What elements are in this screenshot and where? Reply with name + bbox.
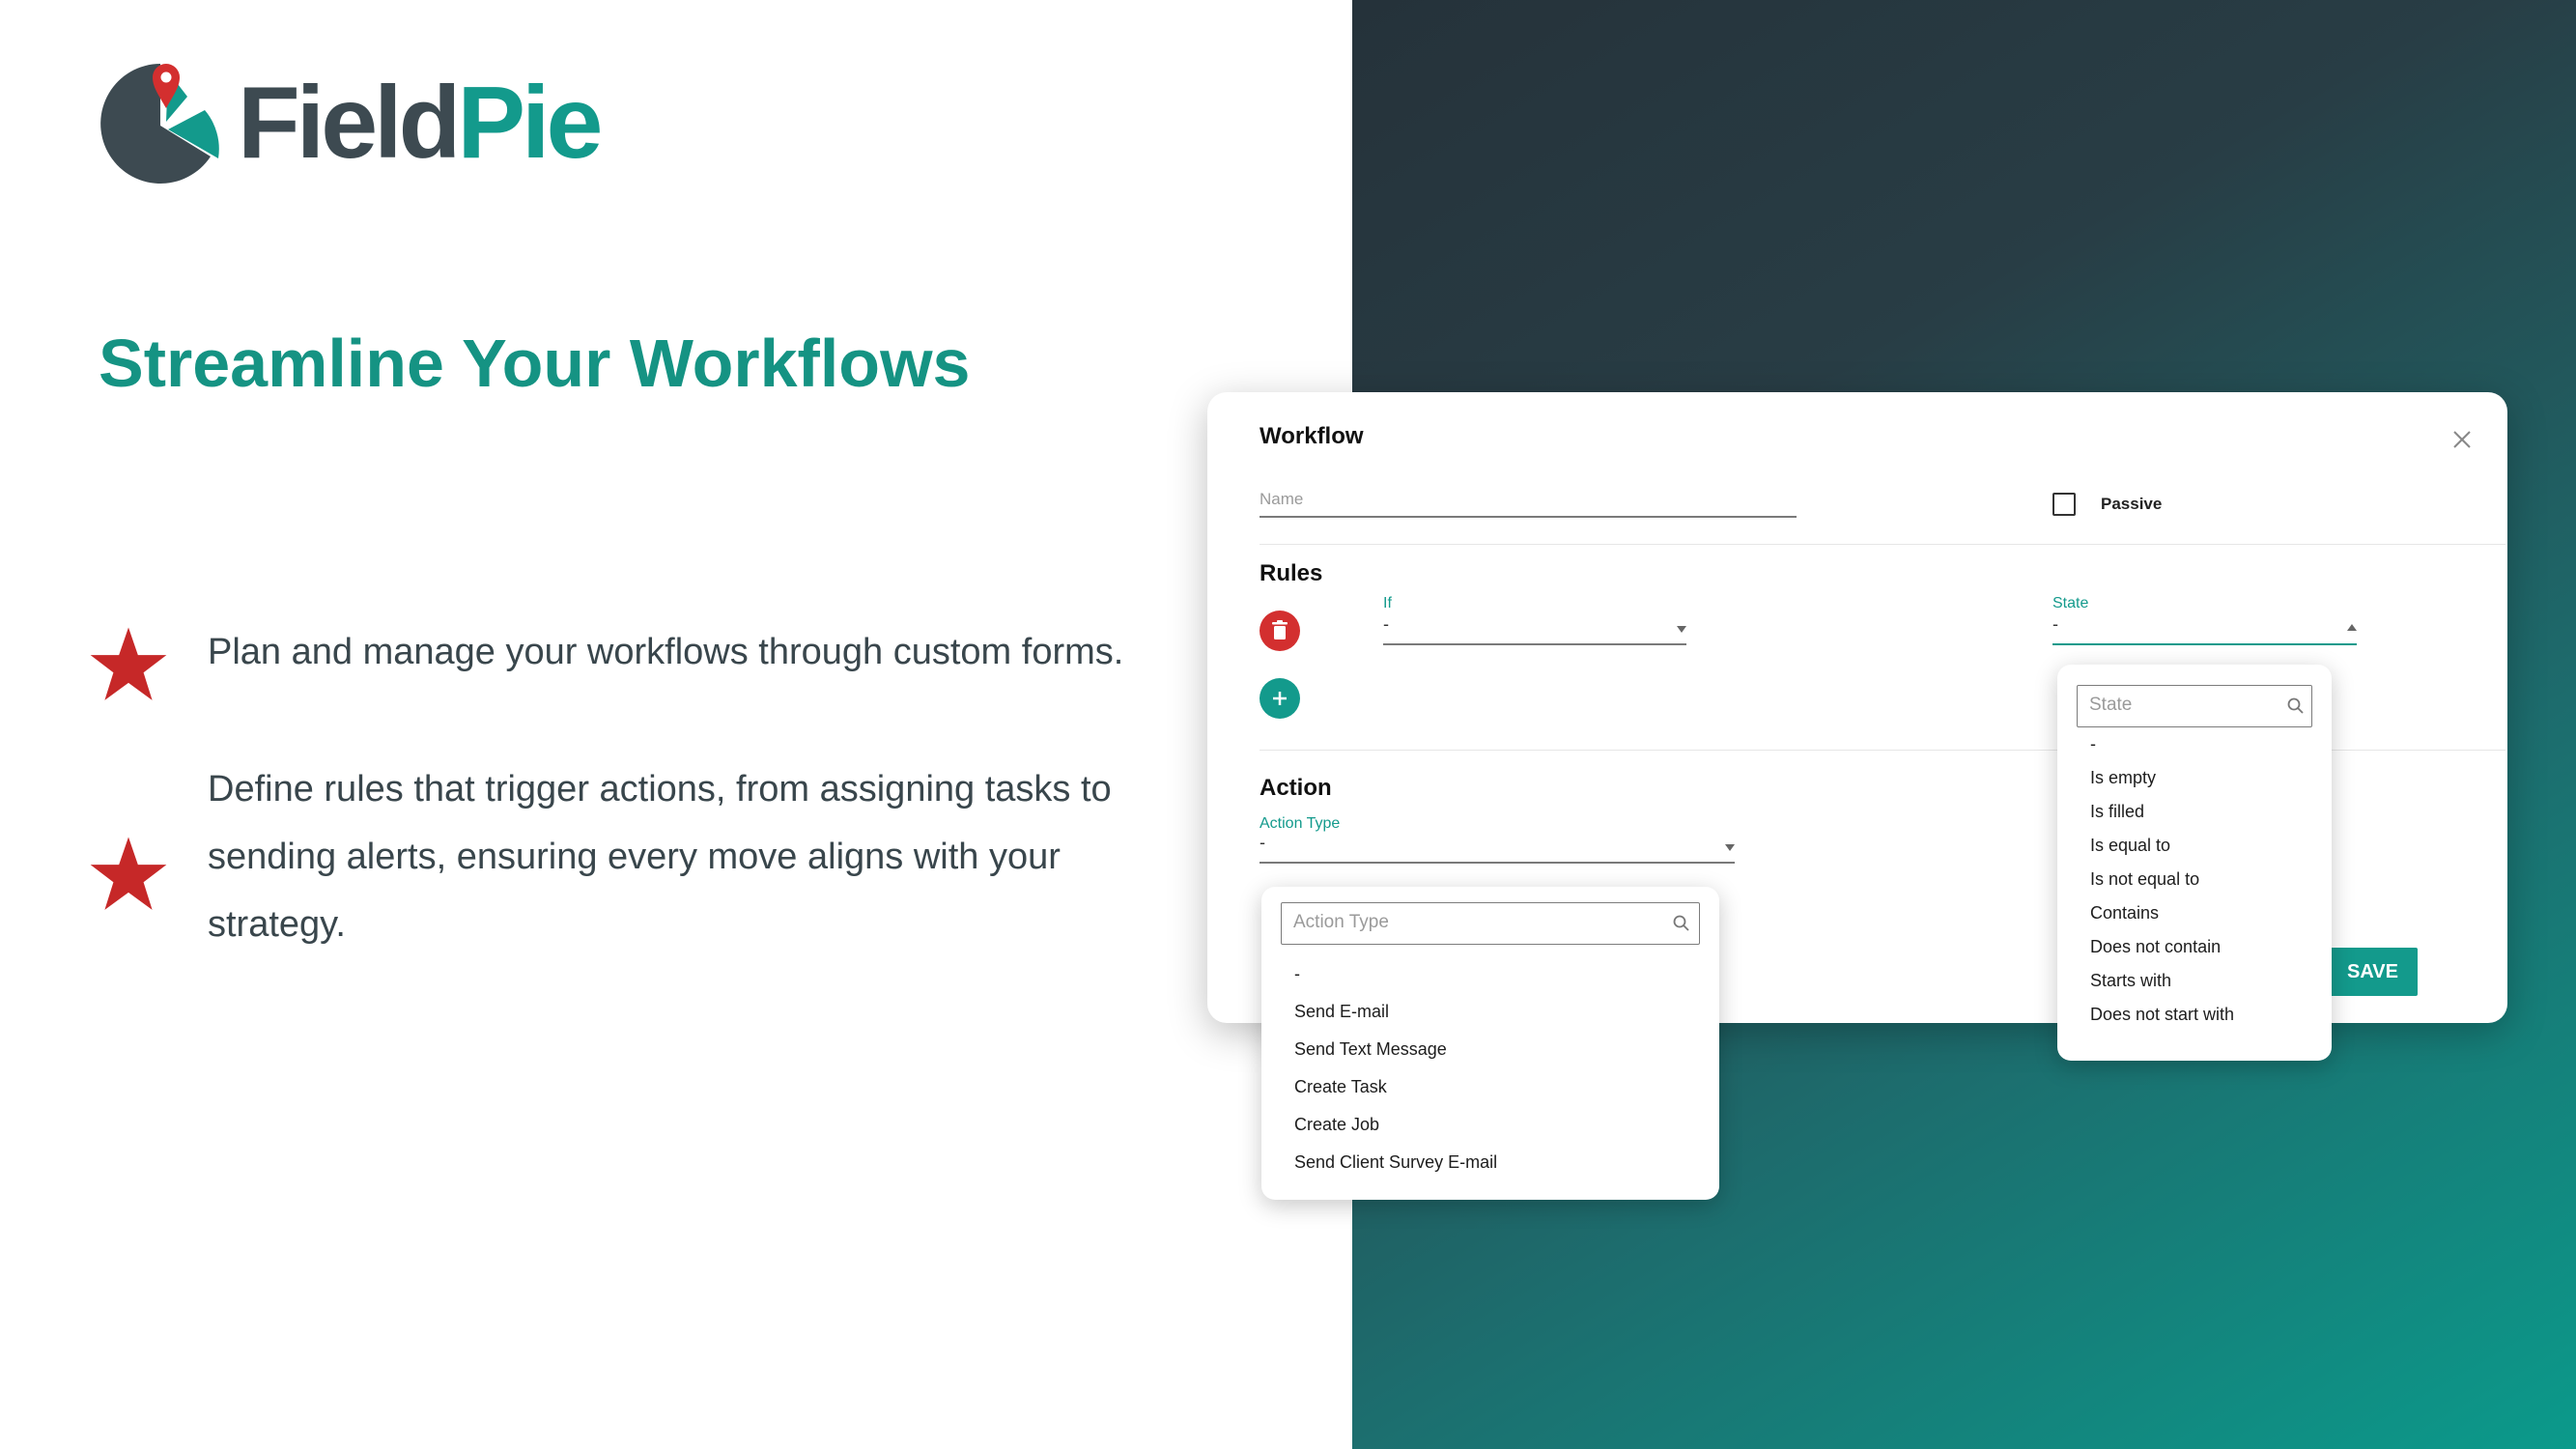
state-option[interactable]: Is not equal to [2090, 869, 2199, 890]
feature-bullet-text-2: Define rules that trigger actions, from … [208, 769, 1112, 945]
if-select-value: - [1383, 614, 1389, 634]
action-title: Action [1260, 775, 1332, 801]
action-type-search-box [1281, 902, 1700, 945]
action-type-label: Action Type [1260, 815, 1341, 832]
delete-rule-button[interactable] [1260, 611, 1300, 651]
if-select[interactable]: - [1383, 614, 1686, 645]
action-type-option[interactable]: Create Task [1294, 1077, 1387, 1097]
dialog-title: Workflow [1260, 423, 1364, 449]
search-icon [2287, 697, 2304, 714]
chevron-down-icon [1677, 626, 1686, 633]
add-rule-button[interactable] [1260, 678, 1300, 719]
pie-chart-pin-icon [100, 64, 219, 184]
fieldpie-logo: FieldPie [91, 52, 603, 197]
state-option[interactable]: Is empty [2090, 768, 2156, 788]
chevron-up-icon [2347, 624, 2357, 631]
star-icon [90, 837, 167, 910]
action-type-option[interactable]: Send E-mail [1294, 1002, 1389, 1022]
state-option[interactable]: - [2090, 734, 2096, 754]
state-select[interactable]: - [2052, 614, 2357, 645]
chevron-down-icon [1725, 844, 1735, 851]
star-icon [90, 627, 167, 700]
action-type-option[interactable]: Send Client Survey E-mail [1294, 1152, 1497, 1173]
state-option[interactable]: Does not start with [2090, 1005, 2234, 1025]
state-search-box [2077, 685, 2312, 727]
state-option[interactable]: Contains [2090, 903, 2159, 923]
action-type-search-input[interactable] [1293, 903, 1660, 942]
action-type-option[interactable]: Create Job [1294, 1115, 1379, 1135]
logo-wordmark: FieldPie [238, 71, 603, 174]
state-label: State [2052, 595, 2089, 611]
close-icon[interactable] [2449, 427, 2475, 452]
action-type-select-value: - [1260, 833, 1265, 852]
state-option[interactable]: Starts with [2090, 971, 2171, 991]
feature-bullet-text-1: Plan and manage your workflows through c… [208, 632, 1124, 672]
passive-checkbox[interactable] [2052, 493, 2076, 516]
action-type-option[interactable]: - [1294, 964, 1300, 984]
state-dropdown: - Is empty Is filled Is equal to Is not … [2057, 665, 2332, 1061]
logo-word-pie: Pie [457, 66, 603, 180]
rules-title: Rules [1260, 560, 1323, 586]
workflow-name-input[interactable] [1260, 483, 1797, 518]
action-type-dropdown: - Send E-mail Send Text Message Create T… [1261, 887, 1719, 1200]
logo-word-field: Field [238, 66, 461, 180]
state-select-value: - [2052, 614, 2058, 634]
plus-icon [1273, 692, 1287, 705]
state-option[interactable]: Does not contain [2090, 937, 2221, 957]
trash-icon [1272, 620, 1288, 639]
state-search-input[interactable] [2089, 686, 2282, 724]
page-headline: Streamline Your Workflows [99, 326, 971, 401]
save-button[interactable]: SAVE [2328, 948, 2418, 996]
divider [1260, 544, 2505, 545]
action-type-select[interactable]: - [1260, 833, 1735, 864]
state-option[interactable]: Is equal to [2090, 836, 2170, 856]
action-type-option[interactable]: Send Text Message [1294, 1039, 1447, 1060]
passive-label: Passive [2101, 495, 2163, 513]
state-option[interactable]: Is filled [2090, 802, 2144, 822]
search-icon [1673, 915, 1689, 931]
if-label: If [1383, 595, 1392, 611]
